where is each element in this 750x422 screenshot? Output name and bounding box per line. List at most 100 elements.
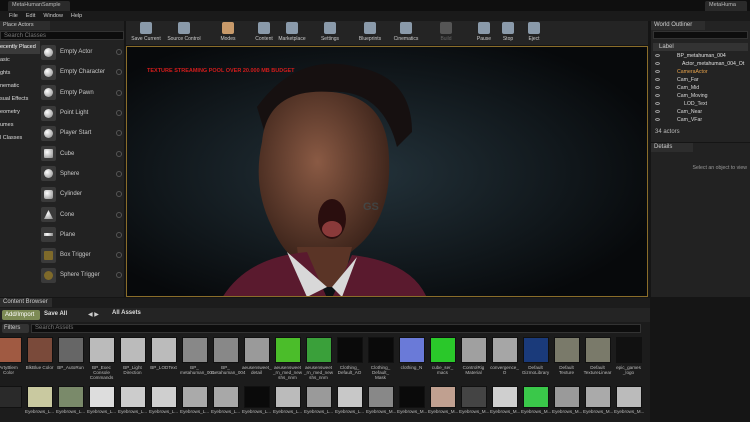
editor-tab[interactable]: MetaHumanSample	[8, 1, 70, 11]
asset-tile[interactable]: Eyebrows_M...	[459, 386, 489, 414]
help-icon[interactable]	[116, 49, 122, 56]
asset-tile[interactable]: aeusensweet _rn_med_new shs_nnm	[273, 337, 302, 380]
help-icon[interactable]	[116, 69, 122, 76]
level-viewport[interactable]: TEXTURE STREAMING POOL OVER 20.000 MB BU…	[126, 46, 648, 297]
asset-tile[interactable]: ControlRig Material	[459, 337, 488, 375]
category-geometry[interactable]: eometry	[0, 106, 40, 119]
asset-tile[interactable]: BP_Light Direction	[118, 337, 147, 375]
filters-button[interactable]: Filters	[2, 324, 29, 333]
history-nav[interactable]: ◀ ▶	[88, 311, 99, 318]
visibility-eye-icon[interactable]	[655, 54, 660, 57]
visibility-eye-icon[interactable]	[655, 70, 660, 73]
asset-tile[interactable]: aeusensweet_ detail	[242, 337, 272, 375]
asset-tile[interactable]: epic_games _logo	[614, 337, 643, 375]
outliner-row[interactable]: BP_metahuman_004	[651, 53, 750, 61]
asset-tile[interactable]: Eyebrows_M...	[366, 386, 396, 414]
menu-file[interactable]: File	[9, 13, 18, 19]
outliner-row[interactable]: Cam_Mid	[651, 85, 750, 93]
menu-help[interactable]: Help	[71, 13, 82, 19]
actor-item[interactable]: Cone	[41, 204, 124, 224]
visibility-eye-icon[interactable]	[655, 94, 660, 97]
asset-tile[interactable]: Eyebrows_L...	[25, 386, 54, 414]
asset-tile[interactable]: Default Texture	[552, 337, 581, 375]
asset-search-input[interactable]: Search Assets	[31, 324, 641, 333]
outliner-search-input[interactable]	[653, 31, 748, 39]
actor-item[interactable]: Plane	[41, 225, 124, 245]
asset-tile[interactable]: BP_ metahuman_004	[211, 337, 245, 375]
asset-tile[interactable]: convergence_ O	[490, 337, 519, 375]
help-icon[interactable]	[116, 231, 122, 238]
actor-item[interactable]: Sphere	[41, 164, 124, 184]
category-lights[interactable]: ghts	[0, 67, 40, 80]
asset-tile[interactable]: Eyebrows_M...	[521, 386, 551, 414]
asset-tile[interactable]	[0, 386, 23, 409]
eject-button[interactable]: Eject	[516, 22, 552, 42]
place-actors-tab[interactable]: Place Actors	[0, 21, 50, 30]
outliner-row[interactable]: CameraActor	[651, 69, 750, 77]
save-current-button[interactable]: Save Current	[128, 22, 164, 42]
asset-tile[interactable]: aeusensweet _rn_med_new shs_nnm	[304, 337, 333, 380]
asset-tile[interactable]: Eyebrows_M...	[490, 386, 520, 414]
asset-tile[interactable]: BP_Exec Console Commands	[87, 337, 116, 380]
outliner-row[interactable]: Cam_Far	[651, 77, 750, 85]
outliner-row[interactable]: Cam_VFar	[651, 117, 750, 125]
actor-item[interactable]: Point Light	[41, 103, 124, 123]
content-browser-tab[interactable]: Content Browser	[0, 298, 52, 307]
asset-tile[interactable]: Eyebrows_L...	[180, 386, 209, 414]
asset-tile[interactable]: ArtyBlem Color	[0, 337, 23, 375]
asset-tile[interactable]: BP_LODText	[149, 337, 178, 370]
category-recently-placed[interactable]: ecently Placed	[0, 41, 40, 54]
asset-tile[interactable]: Default TextureLinear	[583, 337, 612, 375]
add-import-button[interactable]: Add/Import	[2, 310, 40, 320]
category-visual-effects[interactable]: sual Effects	[0, 93, 40, 106]
visibility-eye-icon[interactable]	[655, 62, 660, 65]
details-tab[interactable]: Details	[651, 143, 693, 152]
asset-tile[interactable]: Eyebrows_M...	[397, 386, 427, 414]
modes-button[interactable]: Modes	[210, 22, 246, 42]
actor-item[interactable]: Cube	[41, 143, 124, 163]
world-outliner-tab[interactable]: World Outliner	[651, 21, 705, 30]
category-basic[interactable]: asic	[0, 54, 40, 67]
source-control-button[interactable]: Source Control	[166, 22, 202, 42]
visibility-eye-icon[interactable]	[655, 118, 660, 121]
asset-tile[interactable]: Eyebrows_L...	[242, 386, 271, 414]
help-icon[interactable]	[116, 170, 122, 177]
asset-tile[interactable]: Eyebrows_L...	[87, 386, 116, 414]
category-all-classes[interactable]: l Classes	[0, 132, 40, 145]
actor-item[interactable]: Empty Pawn	[41, 83, 124, 103]
asset-tile[interactable]: Eyebrows_M...	[552, 386, 582, 414]
asset-tile[interactable]: Eyebrows_L...	[56, 386, 85, 414]
outliner-row[interactable]: Cam_Near	[651, 109, 750, 117]
help-icon[interactable]	[116, 89, 122, 96]
help-icon[interactable]	[116, 150, 122, 157]
asset-tile[interactable]: BlkBlue Color	[25, 337, 54, 370]
actor-item[interactable]: Cylinder	[41, 184, 124, 204]
asset-tile[interactable]: Eyebrows_M...	[583, 386, 613, 414]
settings-button[interactable]: Settings	[312, 22, 348, 42]
outliner-row[interactable]: Cam_Moving	[651, 93, 750, 101]
menu-edit[interactable]: Edit	[26, 13, 35, 19]
asset-tile[interactable]: Clothing_ Default_ Mask	[366, 337, 395, 380]
actor-item[interactable]: Sphere Trigger	[41, 265, 124, 285]
visibility-eye-icon[interactable]	[655, 102, 660, 105]
outliner-row[interactable]: Actor_metahuman_004_Ot	[651, 61, 750, 69]
category-cinematic[interactable]: nematic	[0, 80, 40, 93]
asset-tile[interactable]: cube_ser_ macs	[428, 337, 457, 375]
help-icon[interactable]	[116, 191, 122, 198]
build-button[interactable]: Build	[428, 22, 464, 42]
help-icon[interactable]	[116, 252, 122, 259]
help-icon[interactable]	[116, 130, 122, 137]
outliner-row[interactable]: LOD_Text	[651, 101, 750, 109]
label-column-header[interactable]: Label	[653, 43, 748, 51]
help-icon[interactable]	[116, 272, 122, 279]
asset-tile[interactable]: Eyebrows_L...	[335, 386, 364, 414]
actor-item[interactable]: Player Start	[41, 123, 124, 143]
asset-tile[interactable]: clothing_N	[397, 337, 426, 370]
category-volumes[interactable]: umes	[0, 119, 40, 132]
marketplace-button[interactable]: Marketplace	[274, 22, 310, 42]
asset-tile[interactable]: Eyebrows_L...	[211, 386, 240, 414]
asset-tile[interactable]: Eyebrows_M...	[614, 386, 644, 414]
asset-tile[interactable]: BP_ metahuman_001	[180, 337, 214, 375]
editor-tab-secondary[interactable]: MetaHuma	[705, 1, 747, 11]
cinematics-button[interactable]: Cinematics	[388, 22, 424, 42]
